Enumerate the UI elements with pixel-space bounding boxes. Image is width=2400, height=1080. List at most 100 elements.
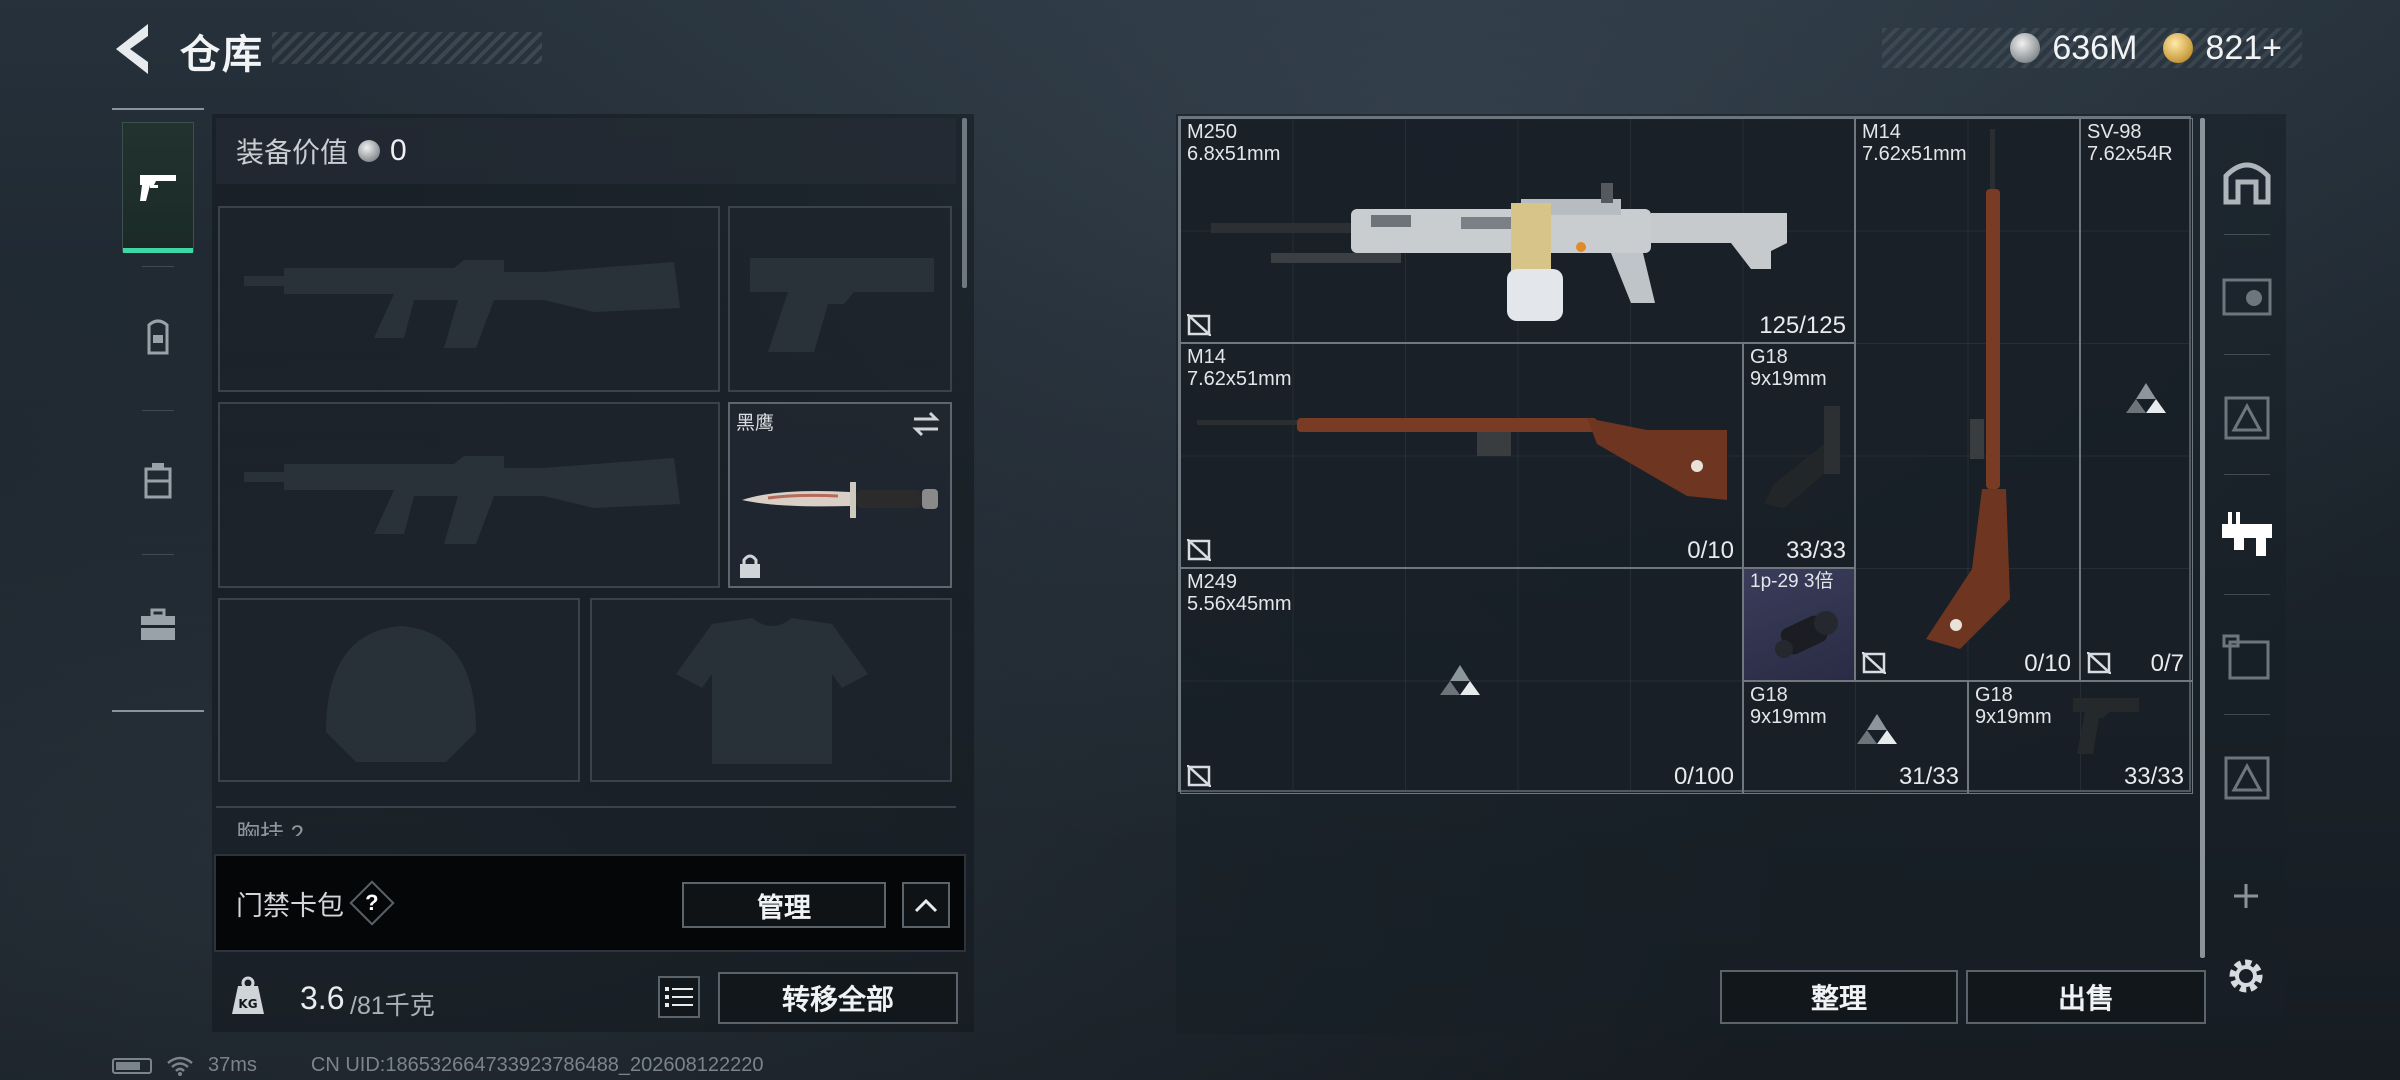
stash-item-m249[interactable]: M249 5.56x45mm 0/100 (1180, 568, 1743, 794)
stash-tab-icon[interactable] (2220, 630, 2274, 684)
battery-icon (112, 1057, 152, 1074)
g18-weapon-image (1764, 406, 1840, 508)
body-armor-slot[interactable] (590, 598, 952, 782)
scope-image (1775, 611, 1838, 658)
melee-item-name: 黑鹰 (736, 413, 775, 434)
m14-weapon-image (1926, 129, 2010, 649)
m250-weapon-image (1211, 183, 1787, 321)
no-capacity-icon (2087, 652, 2111, 674)
equipment-value-label: 装备价值 (236, 137, 349, 168)
stash-grid: M250 6.8x51mm 125/125 M14 7.62x51mm 0/10… (1178, 116, 2193, 794)
list-view-button[interactable] (658, 976, 700, 1018)
silver-coin-icon (358, 140, 381, 162)
primary-weapon-slot[interactable] (218, 206, 720, 392)
pistol-tab-icon (140, 175, 176, 201)
helmet-silhouette-icon (326, 626, 476, 762)
item-name: G18 9x19mm (1750, 684, 1827, 728)
g18-weapon-image (2073, 698, 2139, 754)
stash-item-m14-vertical[interactable]: M14 7.62x51mm 0/10 (1855, 118, 2080, 681)
item-name: G18 9x19mm (1975, 684, 2052, 728)
tab-weapons[interactable] (122, 122, 194, 253)
unknown-item-icon (1857, 714, 1897, 744)
stash-tab-icon[interactable] (2220, 390, 2274, 444)
secondary-weapon-slot[interactable] (218, 402, 720, 588)
equipment-value-row: 装备价值 0 (216, 118, 956, 184)
loadout-tab-rail (112, 108, 204, 712)
tab-backpack[interactable] (122, 272, 194, 402)
tab-chest-rig[interactable] (122, 416, 194, 546)
status-bar: 37ms CN UID:18653266473392378648​8_20260… (112, 1054, 764, 1077)
keycard-case-label: 门禁卡包 (236, 890, 344, 921)
item-ammo-count: 33/33 (1785, 537, 1846, 564)
rig-tab-icon (144, 463, 172, 499)
back-arrow-icon[interactable] (108, 20, 156, 78)
stash-tab-icon[interactable] (2220, 152, 2274, 206)
stash-item-m14-horizontal[interactable]: M14 7.62x51mm 0/10 (1180, 343, 1743, 568)
item-ammo-count: 125/125 (1759, 312, 1846, 339)
equipment-value: 0 (390, 134, 407, 167)
sort-button[interactable]: 整理 (1720, 970, 1958, 1024)
no-capacity-icon (1187, 539, 1211, 561)
transfer-all-button[interactable]: 转移全部 (718, 972, 958, 1024)
svg-text:KG: KG (238, 997, 257, 1011)
manage-button[interactable]: 管理 (682, 882, 886, 928)
armor-silhouette-icon (676, 618, 868, 764)
stash-item-g18[interactable]: G18 9x19mm 33/33 (1743, 343, 1855, 568)
melee-slot[interactable]: 黑鹰 (728, 402, 952, 588)
silver-coin-icon (2010, 33, 2041, 63)
helmet-slot[interactable] (218, 598, 580, 782)
gold-coin-icon (2163, 33, 2194, 63)
no-capacity-icon (1187, 314, 1211, 336)
stash-scrollbar[interactable] (2200, 118, 2205, 958)
player-uid: CN UID:18653266473392378648​8_2026081222… (310, 1054, 764, 1076)
item-ammo-count: 33/33 (2123, 763, 2184, 790)
item-name: G18 9x19mm (1750, 346, 1827, 390)
silver-currency-value: 636M (2052, 28, 2138, 67)
currency-bar: 636M 821+ (1882, 28, 2302, 68)
pistol-silhouette-icon (750, 258, 934, 352)
item-name: M249 5.56x45mm (1187, 571, 1292, 615)
no-capacity-icon (1862, 652, 1886, 674)
rifle-silhouette-icon (244, 260, 680, 348)
loadout-scrollbar[interactable] (962, 118, 967, 288)
stash-item-m250[interactable]: M250 6.8x51mm 125/125 (1180, 118, 1855, 343)
gear-icon[interactable] (2222, 952, 2270, 1000)
sidearm-slot[interactable] (728, 206, 952, 392)
stash-item-g18[interactable]: G18 9x19mm 31/33 (1743, 681, 1968, 794)
weight-row: KG 3.6 /81千克 转移全部 (214, 962, 974, 1032)
sell-button[interactable]: 出售 (1966, 970, 2206, 1024)
ping-value: 37ms (208, 1054, 257, 1076)
no-capacity-icon (1187, 765, 1211, 787)
backpack-tab-icon (147, 319, 169, 355)
item-ammo-count: 0/10 (1687, 537, 1734, 564)
item-ammo-count: 31/33 (1898, 763, 1959, 790)
chest-rig-slot-label[interactable]: 胸挂 2 (216, 806, 956, 836)
help-icon[interactable]: ? (349, 880, 395, 926)
stash-item-g18[interactable]: G18 9x19mm 33/33 (1968, 681, 2193, 794)
swap-icon[interactable] (910, 410, 942, 438)
weight-kg-icon: KG (232, 976, 264, 1014)
keycard-case-bar: 门禁卡包 ? 管理 (214, 854, 966, 952)
list-icon (665, 987, 693, 1007)
briefcase-tab-icon (141, 608, 175, 640)
stash-tab-rail (2212, 118, 2280, 948)
unknown-item-icon (1440, 665, 1480, 695)
stash-tab-icon-active[interactable] (2220, 510, 2274, 564)
item-name: M14 7.62x51mm (1187, 346, 1292, 390)
title-decoration (272, 32, 542, 64)
tab-case[interactable] (122, 560, 194, 690)
collapse-button[interactable] (902, 882, 950, 928)
wifi-icon (167, 1056, 193, 1076)
stash-tab-icon[interactable] (2220, 750, 2274, 804)
stash-item-scope[interactable]: 1p-29 3倍 (1743, 568, 1855, 681)
chevron-up-icon (914, 898, 938, 913)
weight-current: 3.6 (300, 980, 345, 1016)
stash-item-sv98[interactable]: SV-98 7.62x54R 0/7 (2080, 118, 2193, 681)
add-icon[interactable] (2228, 878, 2264, 914)
knife-image (742, 482, 938, 518)
item-ammo-count: 0/10 (2024, 650, 2071, 677)
item-ammo-count: 0/7 (2150, 650, 2184, 677)
page-title: 仓库 (180, 33, 264, 77)
stash-tab-icon[interactable] (2220, 270, 2274, 324)
gold-currency-value[interactable]: 821+ (2205, 29, 2282, 68)
